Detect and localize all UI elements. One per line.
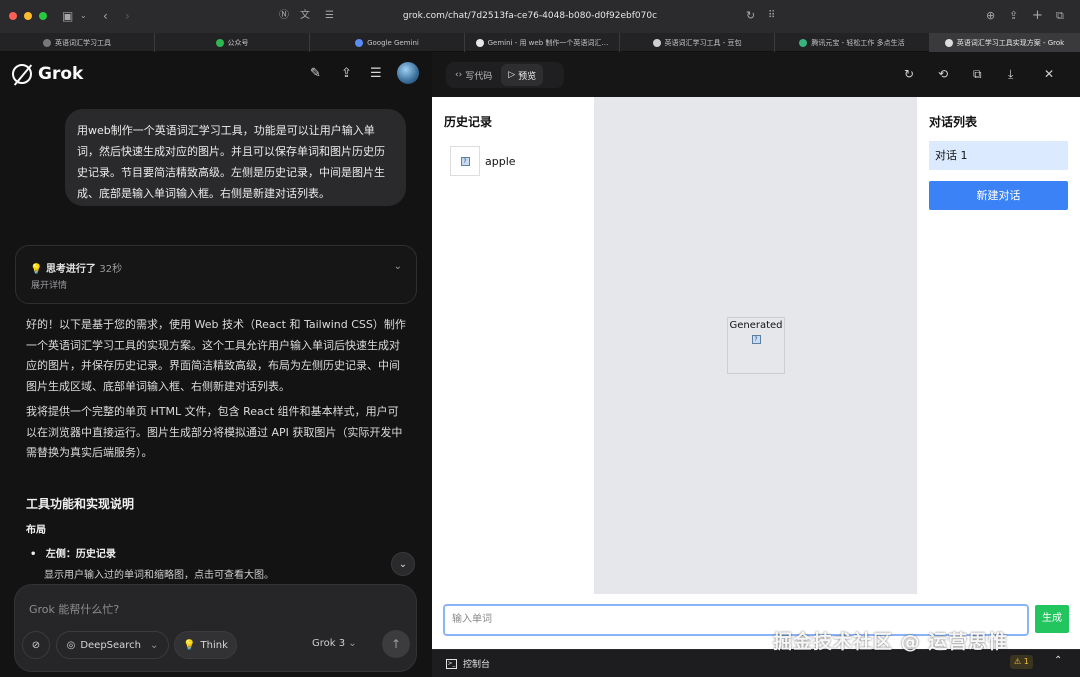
- grok-logo-icon: [12, 64, 32, 84]
- tab-preview[interactable]: ▷ 预览: [501, 64, 544, 86]
- tab-favicon-icon: [43, 38, 51, 47]
- tab-code[interactable]: ‹› 写代码: [448, 64, 499, 86]
- chevron-down-icon: ⌄: [398, 558, 408, 570]
- tab-wechat[interactable]: 公众号: [155, 33, 310, 52]
- lightbulb-icon: 💡: [183, 639, 196, 651]
- history-thumbnail[interactable]: ?: [450, 146, 480, 176]
- back-icon[interactable]: ‹: [103, 8, 108, 24]
- reload-icon[interactable]: ↻: [746, 8, 755, 24]
- download-icon[interactable]: ⤓: [1008, 67, 1013, 82]
- refresh-icon[interactable]: ↻: [904, 67, 914, 81]
- close-icon[interactable]: ✕: [1044, 67, 1054, 81]
- grok-logo[interactable]: Grok: [12, 64, 83, 84]
- generate-button[interactable]: 生成: [1035, 605, 1069, 633]
- thinking-panel[interactable]: 💡 思考进行了 32秒 展开详情 ⌄: [15, 245, 417, 304]
- chevron-up-icon[interactable]: ⌃: [1054, 655, 1062, 666]
- yuanbao-icon: [799, 38, 808, 47]
- tab-doubao[interactable]: 英语词汇学习工具 - 豆包: [620, 33, 775, 52]
- edit-icon[interactable]: ✎: [310, 66, 321, 81]
- history-title: 历史记录: [444, 115, 493, 129]
- grok-favicon-icon: [944, 38, 953, 47]
- image-generation-area: Generated ?: [594, 97, 917, 594]
- code-icon: ‹›: [455, 70, 463, 80]
- notion-extension-icon[interactable]: Ⓝ: [279, 8, 289, 24]
- tab-gemini[interactable]: Google Gemini: [310, 33, 465, 52]
- preview-frame: 历史记录 ? apple Generated ? 对话列表 对话 1 新建对话 …: [432, 97, 1080, 649]
- tab-overview-icon[interactable]: ⧉: [1056, 8, 1064, 24]
- send-button[interactable]: ↑: [382, 630, 410, 658]
- play-icon: ▷: [508, 70, 516, 80]
- share-icon[interactable]: ⇪: [1009, 8, 1018, 24]
- history-icon[interactable]: ⟲: [938, 67, 948, 81]
- google-icon: [475, 38, 484, 47]
- copy-icon[interactable]: ⧉: [973, 67, 982, 82]
- new-conversation-button[interactable]: 新建对话: [929, 181, 1068, 210]
- deepsearch-button[interactable]: ◎ DeepSearch ⌄: [56, 631, 169, 659]
- subsection-heading: 布局: [26, 525, 46, 536]
- conversation-item[interactable]: 对话 1: [929, 141, 1068, 170]
- terminal-icon: >_: [446, 658, 457, 669]
- search-history-icon[interactable]: ☰: [370, 66, 382, 81]
- expand-details-link[interactable]: 展开详情: [31, 278, 67, 291]
- forward-icon[interactable]: ›: [125, 8, 130, 24]
- close-window-button[interactable]: [9, 12, 17, 20]
- share-icon[interactable]: ⇪: [341, 66, 352, 81]
- browser-toolbar: ▣ ⌄ ‹ › Ⓝ 文 ☰ grok.com/chat/7d2513fa-ce7…: [0, 0, 1080, 33]
- maximize-window-button[interactable]: [39, 12, 47, 20]
- tab-bar: 英语词汇学习工具 公众号 Google Gemini Gemini - 用 we…: [0, 33, 1080, 52]
- paperclip-icon: ⊘: [31, 639, 41, 651]
- scroll-down-button[interactable]: ⌄: [391, 552, 415, 576]
- new-tab-icon[interactable]: +: [1032, 8, 1043, 24]
- user-message: 用web制作一个英语词汇学习工具，功能是可以让用户输入单词，然后快速生成对应的图…: [65, 109, 406, 206]
- address-bar[interactable]: grok.com/chat/7d2513fa-ce76-4048-b080-d0…: [300, 9, 760, 23]
- tab-gemini-chat[interactable]: Gemini - 用 web 制作一个英语词汇…: [465, 33, 620, 52]
- chevron-down-icon[interactable]: ⌄: [150, 640, 158, 651]
- think-button[interactable]: 💡 Think: [174, 631, 237, 659]
- attach-button[interactable]: ⊘: [22, 631, 50, 659]
- list-item: • 左侧：历史记录: [30, 549, 116, 560]
- response-paragraph: 我将提供一个完整的单页 HTML 文件，包含 React 组件和基本样式，用户可…: [26, 405, 403, 459]
- conversations-title: 对话列表: [929, 115, 978, 129]
- tab-vocab-tool[interactable]: 英语词汇学习工具: [0, 33, 155, 52]
- history-item[interactable]: ? apple: [450, 146, 516, 176]
- list-item-text: 显示用户输入过的单词和缩略图，点击可查看大图。: [44, 570, 274, 581]
- warning-badge[interactable]: ⚠ 1: [1010, 655, 1033, 669]
- extensions-grid-icon[interactable]: ⠿: [768, 8, 775, 24]
- tab-grok[interactable]: 英语词汇学习工具实现方案 - Grok: [930, 33, 1080, 52]
- message-input[interactable]: Grok 能帮什么忙?: [29, 601, 119, 617]
- view-toggle: ‹› 写代码 ▷ 预览: [446, 62, 564, 88]
- sidebar-toggle-icon[interactable]: ▣: [62, 8, 73, 24]
- doubao-icon: [652, 38, 661, 47]
- chat-panel: Grok ✎ ⇪ ☰ 用web制作一个英语词汇学习工具，功能是可以让用户输入单词…: [0, 52, 432, 677]
- broken-image-icon: ?: [751, 335, 761, 344]
- download-icon[interactable]: ⊕: [986, 8, 995, 24]
- generated-image: Generated ?: [727, 317, 785, 374]
- wechat-icon: [215, 38, 224, 47]
- arrow-up-icon: ↑: [390, 637, 402, 651]
- thinking-title: 💡 思考进行了 32秒: [30, 264, 123, 275]
- broken-image-icon: ?: [460, 156, 470, 166]
- tab-yuanbao[interactable]: 腾讯元宝 - 轻松工作 多点生活: [775, 33, 930, 52]
- model-selector[interactable]: Grok 3 ⌄: [312, 638, 357, 649]
- deepsearch-icon: ◎: [66, 639, 76, 651]
- chevron-down-icon: ⌄: [348, 638, 357, 649]
- browser-window: ▣ ⌄ ‹ › Ⓝ 文 ☰ grok.com/chat/7d2513fa-ce7…: [0, 0, 1080, 677]
- lightbulb-icon: 💡: [30, 264, 43, 275]
- chevron-down-icon[interactable]: ⌄: [80, 8, 87, 24]
- message-composer[interactable]: Grok 能帮什么忙? ⊘ ◎ DeepSearch ⌄ 💡 Think Gro…: [14, 584, 417, 672]
- watermark: 掘金技术社区 @ 运营思惟: [773, 631, 1009, 653]
- response-paragraph: 好的！以下是基于您的需求，使用 Web 技术（React 和 Tailwind …: [26, 318, 406, 393]
- artifact-panel: ‹› 写代码 ▷ 预览 ↻ ⟲ ⧉ ⤓ ✕ 历史记录 ? apple Generat…: [432, 52, 1080, 677]
- gemini-icon: [355, 38, 364, 47]
- chevron-down-icon[interactable]: ⌄: [394, 261, 402, 272]
- minimize-window-button[interactable]: [24, 12, 32, 20]
- avatar[interactable]: [397, 62, 419, 84]
- console-toggle[interactable]: >_ 控制台: [446, 657, 490, 670]
- section-heading: 工具功能和实现说明: [26, 497, 135, 511]
